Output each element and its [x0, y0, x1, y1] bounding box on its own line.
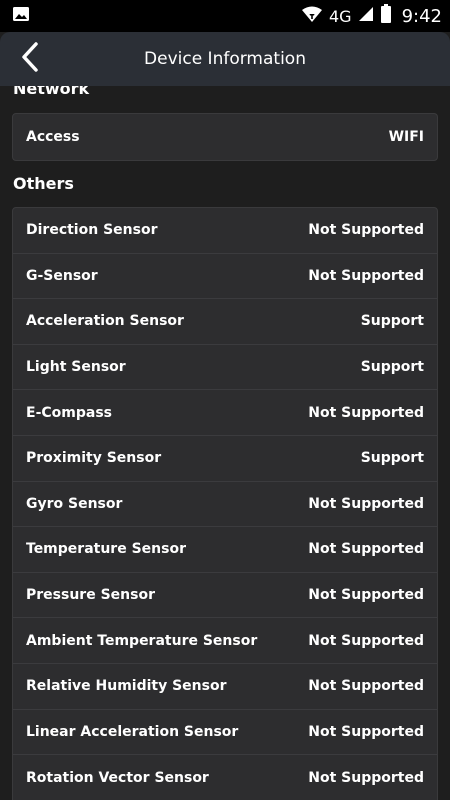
item-value: Not Supported	[308, 222, 424, 239]
back-arrow-icon	[20, 42, 40, 76]
item-label: Ambient Temperature Sensor	[26, 632, 258, 649]
item-value: Not Supported	[308, 769, 424, 786]
cell-signal-icon	[358, 6, 374, 26]
clock: 9:42	[401, 5, 442, 27]
list-item[interactable]: Light Sensor Support	[13, 345, 437, 391]
list-item[interactable]: G-Sensor Not Supported	[13, 254, 437, 300]
item-value: Not Supported	[308, 587, 424, 604]
list-item[interactable]: Access WIFI	[13, 114, 437, 160]
item-value: WIFI	[388, 128, 424, 145]
status-right: 4G 9:42	[301, 4, 442, 28]
list-item[interactable]: Gyro Sensor Not Supported	[13, 482, 437, 528]
item-value: Not Supported	[308, 541, 424, 558]
title-bar: Device Information	[0, 32, 450, 86]
item-label: Relative Humidity Sensor	[26, 678, 227, 695]
wifi-icon	[301, 5, 323, 27]
list-item[interactable]: Ambient Temperature Sensor Not Supported	[13, 618, 437, 664]
item-label: Rotation Vector Sensor	[26, 769, 209, 786]
item-label: Pressure Sensor	[26, 587, 155, 604]
battery-icon	[380, 4, 392, 28]
item-value: Support	[360, 450, 424, 467]
item-value: Not Supported	[308, 678, 424, 695]
list-item[interactable]: Proximity Sensor Support	[13, 436, 437, 482]
item-value: Support	[360, 359, 424, 376]
item-value: Not Supported	[308, 723, 424, 740]
item-value: Not Supported	[308, 267, 424, 284]
item-label: Proximity Sensor	[26, 450, 162, 467]
section-title-network: Network	[13, 86, 90, 98]
others-card: Direction Sensor Not Supported G-Sensor …	[12, 207, 438, 800]
item-value: Support	[360, 313, 424, 330]
list-item[interactable]: Relative Humidity Sensor Not Supported	[13, 664, 437, 710]
list-item[interactable]: E-Compass Not Supported	[13, 390, 437, 436]
network-card: Access WIFI	[12, 113, 438, 161]
status-left	[12, 6, 301, 26]
list-item[interactable]: Temperature Sensor Not Supported	[13, 527, 437, 573]
network-type-label: 4G	[329, 6, 352, 26]
item-label: G-Sensor	[26, 267, 98, 284]
list-item[interactable]: Pressure Sensor Not Supported	[13, 573, 437, 619]
page-title: Device Information	[144, 49, 306, 69]
status-bar: 4G 9:42	[0, 0, 450, 32]
item-value: Not Supported	[308, 404, 424, 421]
item-label: Direction Sensor	[26, 222, 158, 239]
section-title-others: Others	[13, 174, 74, 193]
back-button[interactable]	[10, 38, 50, 80]
list-item[interactable]: Acceleration Sensor Support	[13, 299, 437, 345]
item-label: Acceleration Sensor	[26, 313, 184, 330]
item-label: Linear Acceleration Sensor	[26, 723, 239, 740]
item-value: Not Supported	[308, 632, 424, 649]
list-item[interactable]: Direction Sensor Not Supported	[13, 208, 437, 254]
item-label: Gyro Sensor	[26, 495, 123, 512]
content-scroll[interactable]: Network Access WIFI Others Direction Sen…	[0, 86, 450, 800]
list-item[interactable]: Rotation Vector Sensor Not Supported	[13, 755, 437, 800]
item-value: Not Supported	[308, 495, 424, 512]
item-label: Access	[26, 128, 80, 145]
item-label: Light Sensor	[26, 359, 126, 376]
item-label: Temperature Sensor	[26, 541, 186, 558]
item-label: E-Compass	[26, 404, 112, 421]
list-item[interactable]: Linear Acceleration Sensor Not Supported	[13, 710, 437, 756]
image-notification-icon	[12, 6, 30, 26]
